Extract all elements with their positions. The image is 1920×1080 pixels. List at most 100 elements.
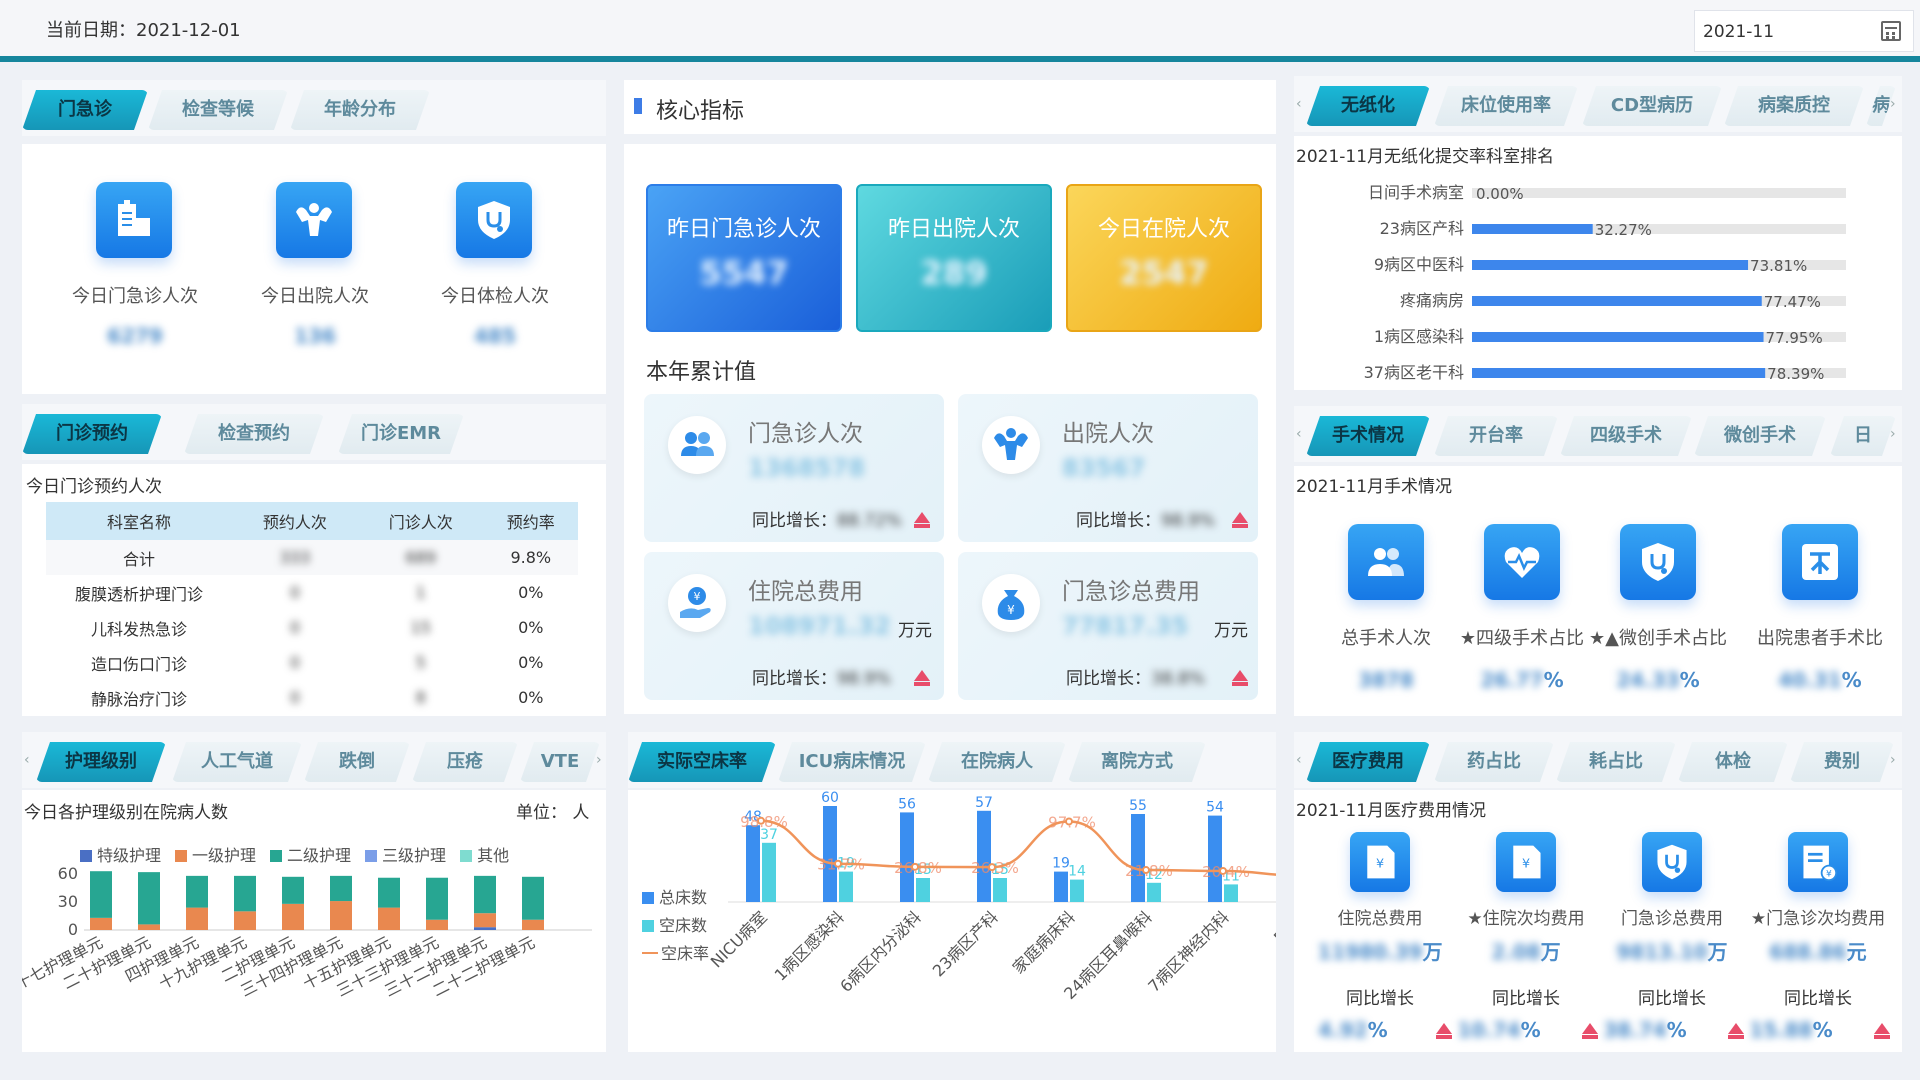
table-row-total: 合计 333 689 9.8% <box>46 540 578 575</box>
tab-outpatient[interactable]: 门急诊 <box>22 90 148 130</box>
today-discharge-value: 136 <box>294 324 336 348</box>
tab-outpatient-appointment[interactable]: 门诊预约 <box>22 414 162 454</box>
tab-opening-rate[interactable]: 开台率 <box>1434 416 1558 456</box>
tab-fall[interactable]: 跌倒 <box>304 742 410 782</box>
today-summary-panel: 今日门急诊人次 6279 今日出院人次 136 今日体检人次 485 <box>22 144 606 394</box>
cost-item-value: 2.08万 <box>1446 936 1606 965</box>
tabs-left-arrow[interactable]: ‹ <box>24 752 30 768</box>
value-unit: % <box>1520 1018 1541 1042</box>
y-tick-label: 日间手术病室 <box>1368 183 1464 202</box>
bar-label: 60 <box>821 790 839 806</box>
bar-segment <box>426 919 448 930</box>
tab-minimally-invasive[interactable]: 微创手术 <box>1694 416 1826 456</box>
bar-total-beds <box>900 812 914 902</box>
tab-cd-records[interactable]: CD型病历 <box>1582 86 1722 126</box>
tab-icu-beds[interactable]: ICU病床情况 <box>778 742 926 782</box>
tab-bed-usage[interactable]: 床位使用率 <box>1434 86 1578 126</box>
bar-label: 73.81% <box>1750 257 1807 275</box>
tabs-left-arrow[interactable]: ‹ <box>1296 426 1302 442</box>
x-tick-label: PICU <box>1270 907 1276 947</box>
surgery-minimally-invasive-label: ★▲微创手术占比 <box>1589 628 1727 649</box>
bar <box>1472 368 1766 378</box>
tab-medical-cost[interactable]: 医疗费用 <box>1306 742 1430 782</box>
tab-record-qc[interactable]: 病案质控 <box>1724 86 1864 126</box>
tab-inpatients[interactable]: 在院病人 <box>928 742 1066 782</box>
tabs-right-arrow[interactable]: › <box>596 752 602 768</box>
bar <box>1472 296 1762 306</box>
tabs-right-arrow[interactable]: › <box>1890 426 1896 442</box>
col-appointments: 预约人次 <box>232 502 358 540</box>
tabs-right-arrow[interactable]: › <box>1890 96 1896 112</box>
invoice-icon: ¥ <box>1788 832 1848 892</box>
acc-growth: 同比增长：98.9% <box>752 664 891 689</box>
tab-empty-bed-rate[interactable]: 实际空床率 <box>628 742 776 782</box>
tab-consumable-ratio[interactable]: 耗占比 <box>1556 742 1676 782</box>
cell-dept: 造口伤口门诊 <box>90 654 187 674</box>
acc-label: 住院总费用 <box>748 579 863 605</box>
surgery-discharge-ratio-value: 40.31% <box>1740 668 1900 692</box>
stethoscope-shield-icon <box>1642 832 1702 892</box>
cell-appointments: 0 <box>289 688 300 707</box>
growth-label: 同比增长： <box>1066 669 1151 689</box>
tab-outpatient-emr[interactable]: 门诊EMR <box>338 414 464 454</box>
tab-fee-type[interactable]: 费别 <box>1790 742 1894 782</box>
acc-value: 1368578 <box>748 454 865 482</box>
tabs-left-arrow[interactable]: ‹ <box>1296 752 1302 768</box>
rate-point <box>1065 817 1073 826</box>
tab-level4-surgery[interactable]: 四级手术 <box>1560 416 1692 456</box>
tab-age-distribution[interactable]: 年龄分布 <box>290 90 430 130</box>
col-visits: 门诊人次 <box>357 502 484 540</box>
bar-total-beds <box>823 806 837 902</box>
tab-paperless[interactable]: 无纸化 <box>1306 86 1430 126</box>
paperless-tabbar: ‹ 无纸化 床位使用率 CD型病历 病案质控 病 › <box>1294 76 1902 132</box>
bar-segment <box>90 871 112 918</box>
acc-growth: 同比增长：38.8% <box>1066 664 1205 689</box>
tab-surgery[interactable]: 手术情况 <box>1306 416 1430 456</box>
tab-artificial-airway[interactable]: 人工气道 <box>172 742 302 782</box>
tab-drug-ratio[interactable]: 药占比 <box>1434 742 1554 782</box>
tab-nursing-level[interactable]: 护理级别 <box>36 742 166 782</box>
growth-value: 4.92% <box>1288 1018 1418 1042</box>
month-picker[interactable]: 2021-11 <box>1694 10 1914 52</box>
nursing-chart: 60300十七护理单元二十护理单元四护理单元十九护理单元二护理单元三十四护理单元… <box>22 864 592 1000</box>
rate-point <box>911 862 919 871</box>
value-unit: % <box>1666 1018 1687 1042</box>
bar-total-beds <box>977 810 991 902</box>
appointment-tabbar: 门诊预约 检查预约 门诊EMR <box>22 404 606 460</box>
table-row: 腹膜透析护理门诊 0 1 0% <box>46 575 578 610</box>
calendar-icon[interactable] <box>1881 21 1901 41</box>
tab-checkup[interactable]: 体检 <box>1678 742 1788 782</box>
bed-chart: 483798.8%NICU病室601931.7%1病区感染科561526.8%6… <box>707 790 1276 1003</box>
x-tick-label: 7病区神经内科 <box>1144 907 1233 996</box>
bar-segment <box>138 872 160 925</box>
bar-empty-beds <box>762 842 776 902</box>
value-unit: 万 <box>1540 940 1561 964</box>
table-row: 造口伤口门诊 0 5 0% <box>46 645 578 680</box>
stethoscope-shield-icon <box>456 182 532 258</box>
tab-check-appointment[interactable]: 检查预约 <box>184 414 324 454</box>
tab-vte[interactable]: VTE <box>520 742 600 782</box>
bar-label: 57 <box>975 795 993 811</box>
kpi-label: 昨日门急诊人次 <box>666 217 821 242</box>
acc-label: 出院人次 <box>1062 421 1154 447</box>
value-number: 688.86 <box>1769 940 1847 964</box>
tab-check-waiting[interactable]: 检查等候 <box>148 90 288 130</box>
growth-label: 同比增长 <box>1638 989 1706 1009</box>
tab-discharge-mode[interactable]: 离院方式 <box>1068 742 1206 782</box>
bar-label: 55 <box>1129 798 1147 814</box>
growth-value: 10.74% <box>1434 1018 1564 1042</box>
tabs-right-arrow[interactable]: › <box>1890 752 1896 768</box>
value-number: 24.33 <box>1616 668 1680 692</box>
y-tick-label: 1病区感染科 <box>1374 327 1464 346</box>
rate-point <box>988 863 996 872</box>
value-number: 2.08 <box>1491 940 1541 964</box>
growth-value: 15.88% <box>1726 1018 1856 1042</box>
tab-more[interactable]: 日 <box>1830 416 1896 456</box>
growth-value: 38.8% <box>1151 669 1206 689</box>
value-number: 9813.10 <box>1616 940 1708 964</box>
tab-pressure-sore[interactable]: 压疮 <box>412 742 518 782</box>
svg-text:¥: ¥ <box>1007 603 1015 617</box>
bar-segment <box>378 877 400 908</box>
tabs-left-arrow[interactable]: ‹ <box>1296 96 1302 112</box>
table-row: 静脉治疗门诊 0 8 0% <box>46 680 578 715</box>
